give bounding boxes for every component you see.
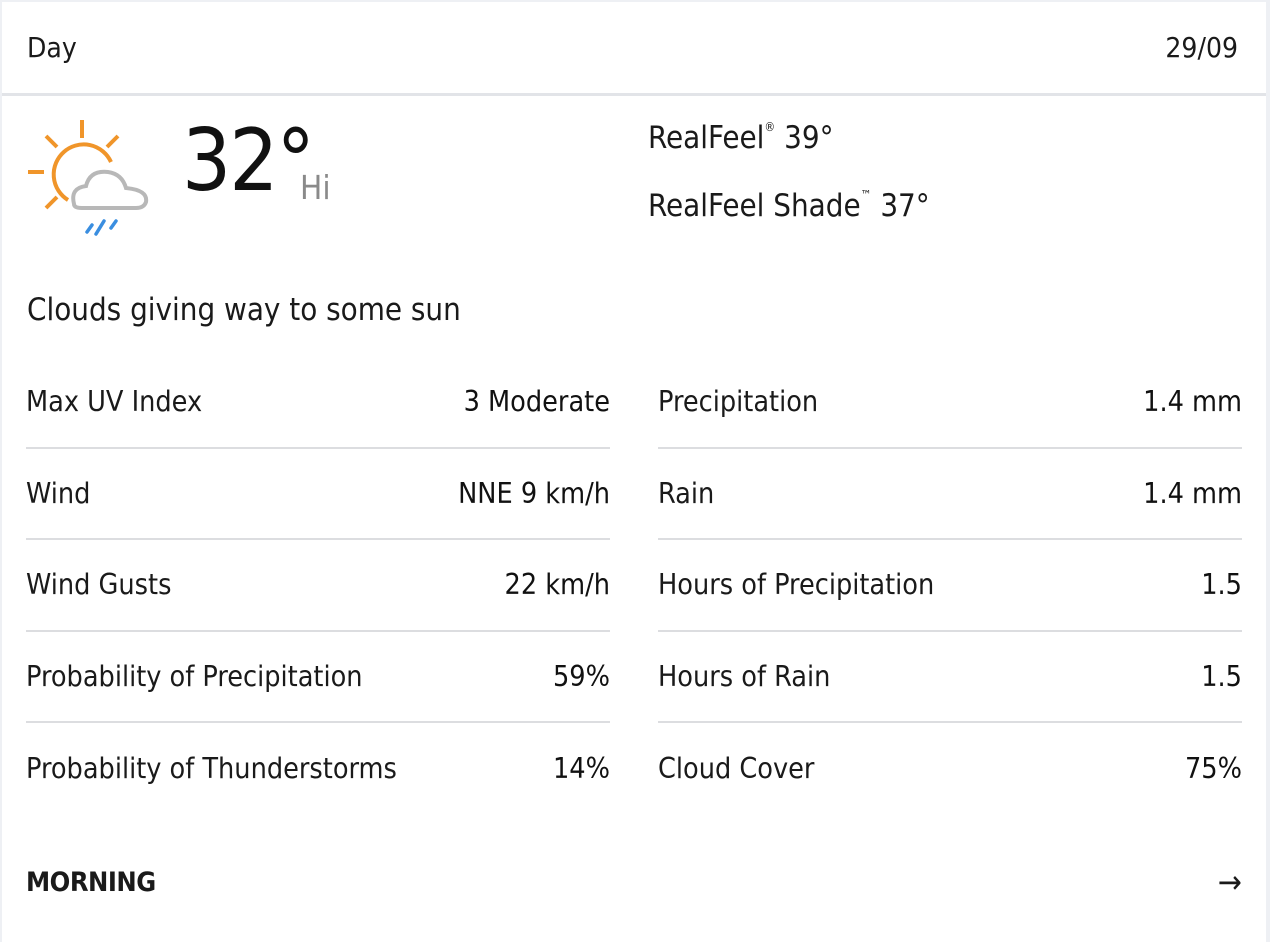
detail-row: Precipitation 1.4 mm (658, 357, 1242, 449)
header-date: 29/09 (1165, 31, 1238, 64)
details-left: Max UV Index 3 Moderate Wind NNE 9 km/h Wi… (26, 357, 610, 815)
realfeel-shade-value: 37° (880, 188, 930, 224)
detail-value: 1.5 (1201, 568, 1242, 602)
detail-label: Hours of Rain (658, 659, 831, 693)
realfeel-label: RealFeel (648, 120, 765, 156)
temperature: 32° (182, 111, 315, 211)
realfeel-mark: ® (764, 119, 776, 134)
day-forecast-card: Day 29/09 32° Hi RealFeel® 39° RealFeel … (2, 2, 1266, 942)
detail-label: Wind Gusts (26, 568, 172, 602)
detail-value: NNE 9 km/h (458, 476, 610, 510)
detail-label: Precipitation (658, 385, 819, 419)
detail-label: Probability of Precipitation (26, 659, 363, 693)
detail-row: Hours of Rain 1.5 (658, 632, 1242, 723)
partly-sunny-with-showers-icon (28, 120, 149, 236)
detail-row: Wind Gusts 22 km/h (26, 540, 610, 632)
detail-label: Probability of Thunderstorms (26, 752, 397, 786)
details-grid: Max UV Index 3 Moderate Wind NNE 9 km/h Wi… (26, 357, 1242, 815)
detail-row: Max UV Index 3 Moderate (26, 357, 610, 449)
realfeel: RealFeel® 39° (648, 120, 834, 156)
card-header: Day 29/09 (2, 2, 1266, 96)
realfeel-shade-label: RealFeel Shade (648, 188, 861, 224)
detail-row: Rain 1.4 mm (658, 449, 1242, 540)
detail-label: Wind (26, 476, 91, 510)
detail-label: Cloud Cover (658, 752, 815, 786)
detail-row: Probability of Thunderstorms 14% (26, 723, 610, 815)
detail-value: 22 km/h (504, 568, 610, 602)
detail-row: Wind NNE 9 km/h (26, 449, 610, 540)
morning-label: MORNING (26, 866, 156, 898)
detail-value: 3 Moderate (463, 385, 610, 419)
realfeel-value: 39° (784, 120, 834, 156)
morning-link[interactable]: MORNING → (26, 842, 1242, 922)
detail-row: Hours of Precipitation 1.5 (658, 540, 1242, 632)
detail-label: Hours of Precipitation (658, 568, 935, 602)
detail-label: Rain (658, 476, 715, 510)
realfeel-shade-mark: ™ (860, 187, 872, 202)
detail-value: 59% (553, 659, 610, 693)
temp-label: Hi (300, 168, 331, 207)
detail-value: 75% (1185, 752, 1242, 786)
detail-row: Cloud Cover 75% (658, 723, 1242, 815)
realfeel-shade: RealFeel Shade™ 37° (648, 188, 930, 224)
detail-value: 1.4 mm (1143, 385, 1242, 419)
current-summary: 32° Hi RealFeel® 39° RealFeel Shade™ 37°… (2, 96, 1266, 328)
header-title: Day (27, 31, 77, 64)
details-right: Precipitation 1.4 mm Rain 1.4 mm Hours of … (658, 357, 1242, 815)
detail-row: Probability of Precipitation 59% (26, 632, 610, 723)
detail-value: 1.4 mm (1143, 476, 1242, 510)
detail-value: 14% (553, 752, 610, 786)
detail-value: 1.5 (1201, 659, 1242, 693)
detail-label: Max UV Index (26, 385, 203, 419)
forecast-phrase: Clouds giving way to some sun (27, 292, 461, 328)
arrow-right-icon[interactable]: → (1218, 863, 1242, 901)
